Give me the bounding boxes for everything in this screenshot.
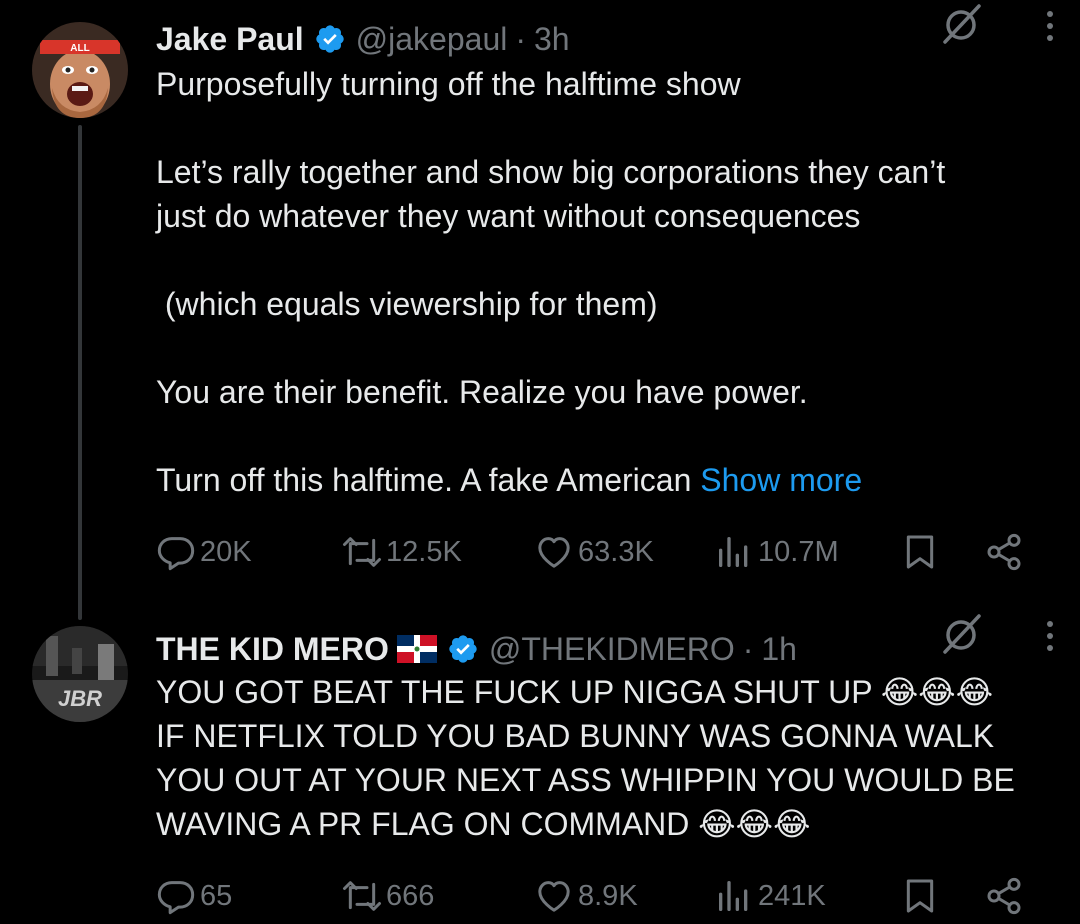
author-handle[interactable]: @jakepaul [356,21,508,58]
avatar-image: JBR [32,626,128,722]
text-line: Purposefully turning off the halftime sh… [156,66,741,102]
repost-count: 12.5K [386,535,462,568]
timestamp[interactable]: 1h [761,631,797,668]
like-count: 8.9K [578,879,638,912]
show-more-link[interactable]: Show more [700,462,862,498]
avatar-image: ALL [32,22,128,118]
tweet-text: YOU GOT BEAT THE FUCK UP NIGGA SHUT UP 😂… [156,670,1036,846]
tweet-text: Purposefully turning off the halftime sh… [156,62,1036,502]
reply-count: 20K [200,535,252,568]
bookmark-icon [906,879,934,913]
repost-count: 666 [386,879,435,912]
text-line: IF NETFLIX TOLD YOU BAD BUNNY WAS GONNA … [156,718,995,754]
share-button[interactable] [984,874,1024,918]
views-button[interactable]: 241K [714,874,826,918]
verified-icon [449,635,477,663]
views-icon [719,881,748,911]
tweet-content: THE KID MERO @THEKIDMERO · 1h YOU GOT BE… [156,628,1040,846]
repost-icon [343,537,381,567]
svg-text:ALL: ALL [70,43,89,54]
share-button[interactable] [984,530,1024,574]
share-icon [987,533,1021,571]
avatar[interactable]: JBR [32,626,128,722]
verified-icon [315,25,344,53]
reply-count: 65 [200,879,233,912]
laughing-emoji: 😂 [955,674,994,710]
dominican-flag-icon [396,635,437,663]
avatar[interactable]: ALL [32,22,128,118]
views-count: 10.7M [758,535,839,568]
author-name[interactable]: THE KID MERO [156,631,389,668]
tweet-header: THE KID MERO @THEKIDMERO · 1h [156,628,1040,670]
bookmark-button[interactable] [900,530,940,574]
like-button[interactable]: 63.3K [534,530,654,574]
repost-button[interactable]: 666 [342,874,434,918]
action-bar: 20K 12.5K 63.3K 10.7M [156,530,1036,574]
text-line: YOU GOT BEAT THE FUCK UP NIGGA SHUT UP [156,674,873,710]
separator-dot: · [515,20,526,57]
grok-icon[interactable] [940,2,984,46]
views-button[interactable]: 10.7M [714,530,839,574]
timestamp[interactable]: 3h [534,21,570,58]
text-line: YOU OUT AT YOUR NEXT ASS WHIPPIN YOU WOU… [156,762,1015,798]
text-line: just do whatever they want without conse… [156,198,861,234]
text-line: (which equals viewership for them) [156,286,658,322]
repost-button[interactable]: 12.5K [342,530,462,574]
tweet-header: Jake Paul @jakepaul · 3h [156,18,1040,60]
more-icon[interactable] [1038,6,1062,46]
like-button[interactable]: 8.9K [534,874,638,918]
like-icon [538,537,570,568]
laughing-emoji: 😂 [880,674,919,710]
reply-button[interactable]: 20K [156,530,252,574]
laughing-emoji: 😂 [698,806,736,842]
grok-icon[interactable] [940,612,984,656]
reply-button[interactable]: 65 [156,874,232,918]
action-bar: 65 666 8.9K 241K [156,874,1036,918]
repost-icon [343,881,381,911]
bookmark-button[interactable] [900,874,940,918]
author-name[interactable]: Jake Paul [156,21,304,58]
share-icon [987,877,1021,915]
tweet-content: Jake Paul @jakepaul · 3h Purposefully tu… [156,18,1040,502]
views-icon [719,537,748,567]
laughing-emoji: 😂 [918,674,956,710]
laughing-emoji: 😂 [735,806,774,842]
more-icon[interactable] [1038,616,1062,656]
separator-dot: · [742,630,754,667]
like-icon [538,881,570,912]
text-line: You are their benefit. Realize you have … [156,374,808,410]
views-count: 241K [758,879,826,912]
text-line: WAVING A PR FLAG ON COMMAND [156,806,690,842]
author-handle[interactable]: @THEKIDMERO [489,631,735,668]
like-count: 63.3K [578,535,654,568]
thread-view: ALL Jake Paul @jakepaul · 3h Purposefull… [0,0,1080,924]
thread-connector-line [78,125,82,620]
bookmark-icon [906,535,934,569]
text-line: Let’s rally together and show big corpor… [156,154,946,190]
reply-icon [157,881,195,915]
svg-text:JBR: JBR [58,686,102,711]
reply-icon [157,537,195,571]
text-line: Turn off this halftime. A fake American [156,462,701,498]
laughing-emoji: 😂 [773,806,811,842]
